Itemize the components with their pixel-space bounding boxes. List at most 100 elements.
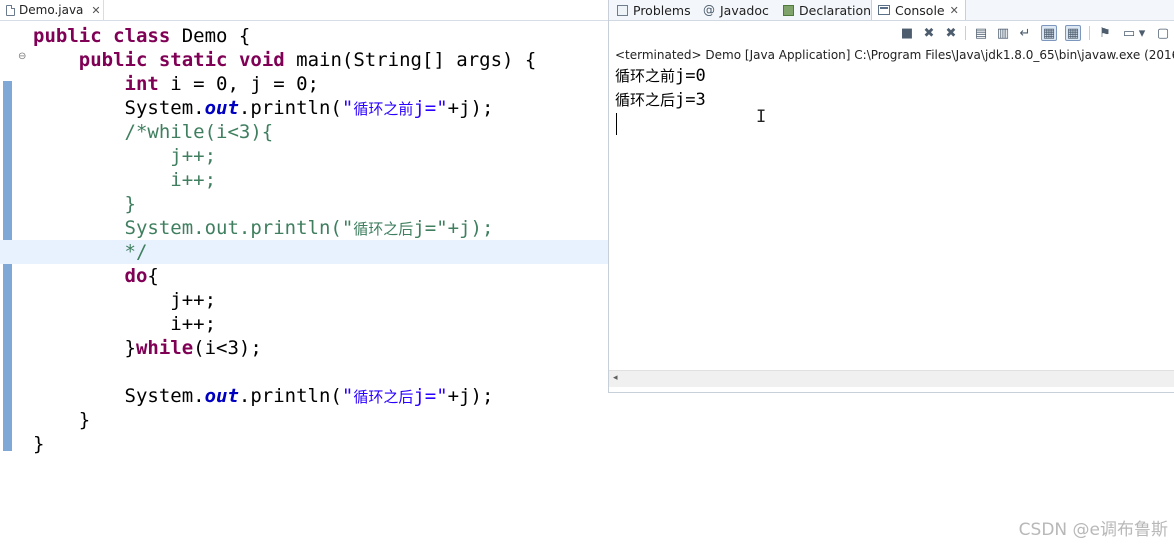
code-token: } <box>33 433 45 455</box>
clear-console-icon[interactable]: ▤ <box>973 25 989 41</box>
code-line[interactable]: } <box>0 408 608 432</box>
tab-label: Console <box>895 2 945 18</box>
java-file-icon <box>6 4 15 16</box>
code-token: */ <box>33 241 148 263</box>
code-token: System. <box>33 385 205 407</box>
code-line[interactable]: }while(i<3); <box>0 336 608 360</box>
editor-tab-demo-java[interactable]: Demo.java ✕ <box>0 0 104 20</box>
pin-console-icon[interactable]: ⚑ <box>1097 25 1113 41</box>
code-line[interactable]: int i = 0, j = 0; <box>0 72 608 96</box>
chevron-down-icon[interactable]: ▾ <box>1137 25 1147 41</box>
code-token: i++; <box>33 313 217 335</box>
code-token: +j); <box>447 385 494 407</box>
code-line[interactable]: i++; <box>0 168 608 192</box>
open-console-icon[interactable]: ▢ <box>1155 25 1171 41</box>
declaration-icon <box>783 4 794 16</box>
code-line[interactable]: } <box>0 192 608 216</box>
code-token: Demo { <box>170 25 251 47</box>
console-view: Problems @ Javadoc Declaration Console ✕… <box>608 0 1174 393</box>
code-line[interactable]: System.out.println("循环之前j="+j); <box>0 96 608 120</box>
editor-tab-bar: Demo.java ✕ <box>0 0 608 21</box>
code-line[interactable]: */ <box>0 240 608 264</box>
code-line[interactable]: do{ <box>0 264 608 288</box>
code-token: while <box>135 337 194 359</box>
word-wrap-icon[interactable]: ↵ <box>1017 25 1033 41</box>
code-token: public <box>33 25 102 47</box>
code-token: } <box>33 409 91 431</box>
code-line[interactable]: j++; <box>0 288 608 312</box>
code-token: 循环之后 <box>353 388 414 406</box>
code-line[interactable]: public static void main(String[] args) { <box>0 48 608 72</box>
code-token: class <box>113 25 171 47</box>
code-token: (i<3); <box>193 337 262 359</box>
code-token: i = 0, j = 0; <box>158 73 319 95</box>
code-token: .println( <box>238 385 342 407</box>
horizontal-scrollbar[interactable]: ◂ <box>609 370 1174 387</box>
tab-javadoc[interactable]: @ Javadoc <box>697 0 775 20</box>
console-icon <box>878 5 890 15</box>
code-line[interactable] <box>0 360 608 384</box>
tab-label: Declaration <box>799 2 872 18</box>
code-token: { <box>147 265 159 287</box>
code-token: +j); <box>447 97 494 119</box>
console-output-line: 循环之后j=3 <box>615 90 706 110</box>
terminate-icon[interactable]: ■ <box>899 25 915 41</box>
console-output-line: 循环之前j=0 <box>615 66 706 86</box>
tab-label: Javadoc <box>720 2 769 18</box>
code-token: int <box>124 73 159 95</box>
remove-all-terminated-icon[interactable]: ✖ <box>943 25 959 41</box>
view-tab-bar: Problems @ Javadoc Declaration Console ✕ <box>609 0 1174 21</box>
code-token: 循环之后 <box>353 220 414 238</box>
code-token: j++; <box>33 289 217 311</box>
code-line[interactable]: System.out.println("循环之后j="+j); <box>0 384 608 408</box>
code-token: out <box>204 385 239 407</box>
code-token: " <box>341 97 354 119</box>
code-token: } <box>33 337 136 359</box>
code-token: j="+j); <box>413 217 494 239</box>
tab-console[interactable]: Console ✕ <box>871 0 966 20</box>
code-token: void <box>238 49 285 71</box>
code-line[interactable]: } <box>0 432 608 456</box>
scroll-left-icon[interactable]: ◂ <box>613 373 618 383</box>
javadoc-at-icon: @ <box>703 3 715 17</box>
code-token: j=" <box>413 385 448 407</box>
problems-icon <box>617 4 628 16</box>
code-token: j=" <box>413 97 448 119</box>
code-token: .println( <box>238 97 342 119</box>
console-toolbar: ■ ✖ ✖ ▤ ▥ ↵ ▦ ▦ ⚑ ▭ ▾ ▢ <box>609 20 1174 46</box>
code-line[interactable]: i++; <box>0 312 608 336</box>
remove-launch-icon[interactable]: ✖ <box>921 25 937 41</box>
code-line[interactable]: System.out.println("循环之后j="+j); <box>0 216 608 240</box>
code-token: System.out.println(" <box>33 217 354 239</box>
code-token: public <box>78 49 148 71</box>
code-line[interactable]: public class Demo { <box>0 24 608 48</box>
scroll-lock-icon[interactable]: ▥ <box>995 25 1011 41</box>
close-icon[interactable]: ✕ <box>91 4 100 17</box>
code-token: main(String[] args) { <box>284 49 537 71</box>
code-token: 循环之前 <box>353 100 414 118</box>
show-console-on-stdout-icon[interactable]: ▦ <box>1041 25 1057 41</box>
watermark: CSDN @e调布鲁斯 <box>1018 520 1168 540</box>
code-editor[interactable]: public class Demo { public static void m… <box>0 24 608 549</box>
code-token: static <box>158 49 228 71</box>
code-token: i++; <box>33 169 217 191</box>
close-icon[interactable]: ✕ <box>950 4 959 17</box>
tab-declaration[interactable]: Declaration <box>777 0 877 20</box>
editor-tab-label: Demo.java <box>19 3 84 17</box>
ibeam-cursor-icon: I <box>756 107 767 127</box>
console-launch-header: <terminated> Demo [Java Application] C:\… <box>615 48 1174 62</box>
show-console-on-stderr-icon[interactable]: ▦ <box>1065 25 1081 41</box>
code-token: j++; <box>33 145 217 167</box>
code-token: out <box>204 97 239 119</box>
code-token: " <box>341 385 354 407</box>
code-line[interactable]: /*while(i<3){ <box>0 120 608 144</box>
display-selected-console-icon[interactable]: ▭ <box>1121 25 1137 41</box>
tab-problems[interactable]: Problems <box>611 0 697 20</box>
code-line[interactable]: j++; <box>0 144 608 168</box>
